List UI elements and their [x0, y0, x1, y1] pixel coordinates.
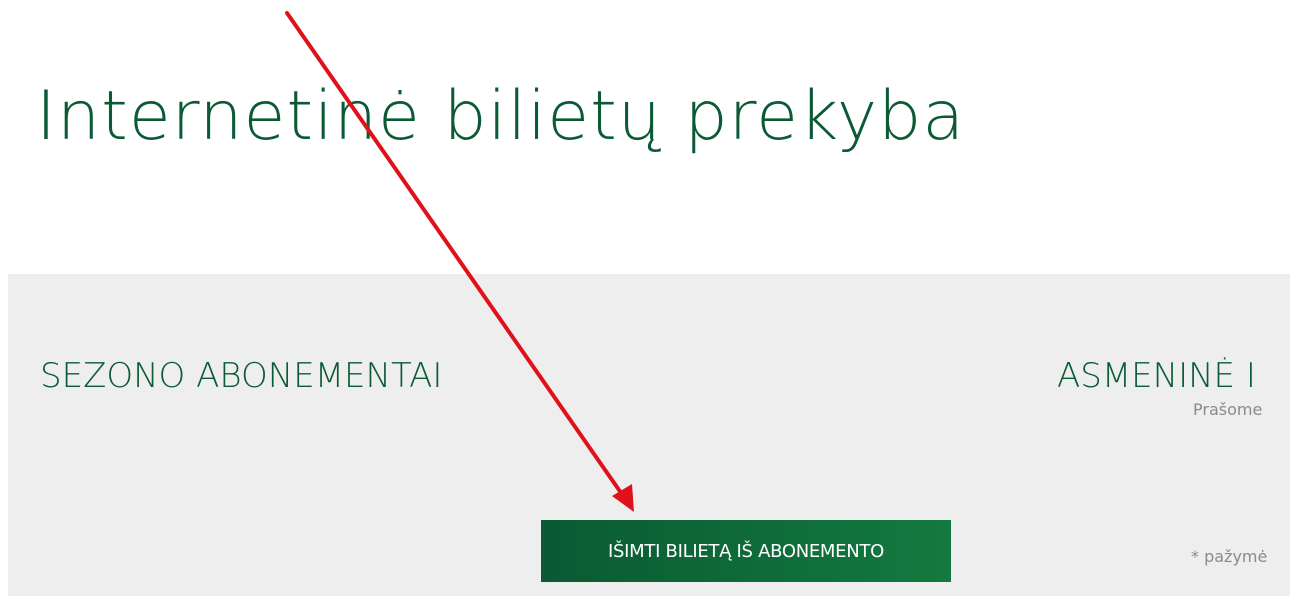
required-fields-hint-text: * pažymė — [1191, 547, 1268, 566]
redeem-ticket-button[interactable]: IŠIMTI BILIETĄ IŠ ABONEMENTO — [541, 520, 951, 582]
content-panel: SEZONO ABONEMENTAI ASMENINĖ I Prašome * … — [8, 274, 1290, 596]
page-title: Internetinė bilietų prekyba — [36, 77, 965, 156]
season-passes-heading: SEZONO ABONEMENTAI — [40, 356, 443, 396]
page: Internetinė bilietų prekyba SEZONO ABONE… — [0, 0, 1290, 596]
personal-info-heading: ASMENINĖ I — [1057, 356, 1256, 396]
please-hint-text: Prašome — [1193, 400, 1263, 419]
